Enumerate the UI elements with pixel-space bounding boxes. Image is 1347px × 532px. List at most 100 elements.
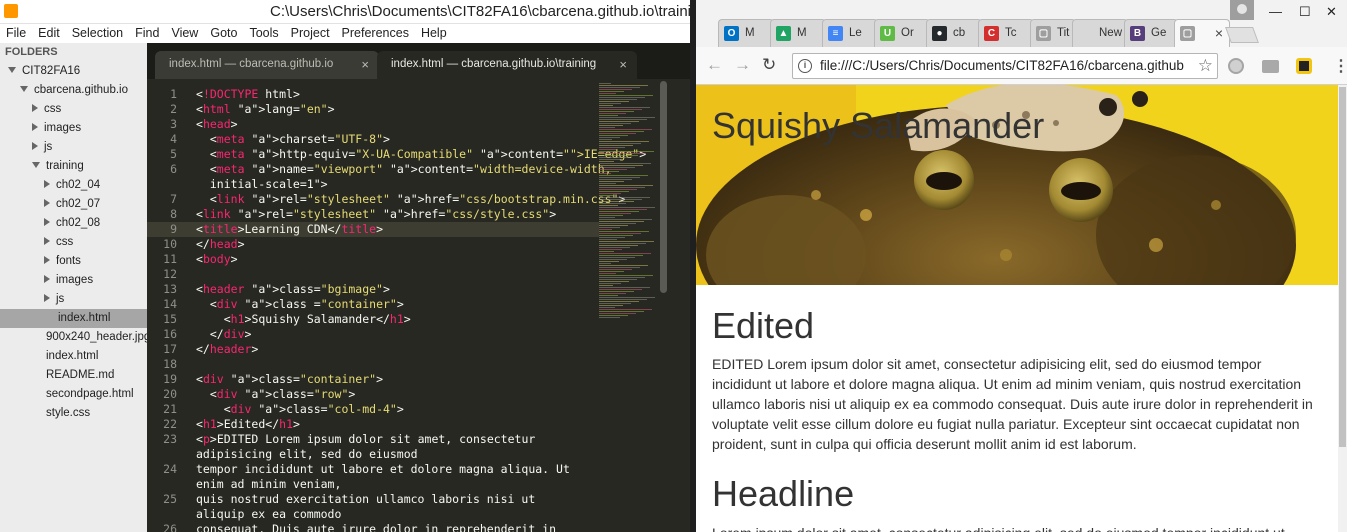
line-number: 22	[163, 417, 177, 431]
menu-help[interactable]: Help	[415, 24, 453, 43]
menu-file[interactable]: File	[0, 24, 32, 43]
browser-tab[interactable]: ▢ Tit	[1030, 19, 1076, 47]
minimap-line	[599, 137, 620, 138]
browser-tab[interactable]: C Tc	[978, 19, 1034, 47]
extension-icon[interactable]	[1228, 58, 1244, 74]
minimap-line	[599, 159, 622, 160]
browser-tab[interactable]: ≡ Le	[822, 19, 878, 47]
menu-project[interactable]: Project	[285, 24, 336, 43]
disclosure-closed-icon[interactable]	[44, 274, 50, 283]
disclosure-closed-icon[interactable]	[32, 141, 38, 150]
minimap-line	[599, 149, 617, 150]
editor-tab-training-index[interactable]: index.html — cbarcena.github.io\training…	[377, 51, 637, 79]
close-window-icon[interactable]: ✕	[1326, 4, 1337, 20]
menu-preferences[interactable]: Preferences	[336, 24, 415, 43]
editor-scrollbar[interactable]	[660, 81, 667, 293]
minimap-line	[599, 297, 655, 298]
close-icon[interactable]: ×	[361, 51, 369, 78]
disclosure-closed-icon[interactable]	[44, 255, 50, 264]
browser-tab[interactable]: New T	[1072, 19, 1128, 47]
page-scrollbar[interactable]	[1338, 85, 1347, 532]
menu-dots-icon[interactable]: ⋮	[1333, 56, 1347, 76]
sidebar-folder[interactable]: css	[0, 100, 147, 119]
sublime-menu-bar: File Edit Selection Find View Goto Tools…	[0, 24, 690, 43]
sidebar-file[interactable]: index.html	[0, 309, 147, 328]
minimap-line	[599, 139, 612, 140]
disclosure-open-icon[interactable]	[8, 66, 16, 73]
menu-tools[interactable]: Tools	[243, 24, 284, 43]
browser-tab-active[interactable]: ▢ ×	[1174, 19, 1230, 47]
sidebar-file[interactable]: 900x240_header.jpg	[0, 328, 147, 347]
sidebar-folder[interactable]: css	[0, 233, 147, 252]
page-scrollbar-thumb[interactable]	[1339, 87, 1346, 447]
profile-icon[interactable]	[1230, 0, 1254, 20]
disclosure-open-icon[interactable]	[20, 85, 28, 92]
sidebar-folder[interactable]: js	[0, 290, 147, 309]
sidebar-folder[interactable]: images	[0, 271, 147, 290]
menu-edit[interactable]: Edit	[32, 24, 66, 43]
info-icon[interactable]: i	[798, 59, 812, 73]
new-tab-button[interactable]	[1225, 27, 1259, 43]
line-number: 2	[170, 102, 177, 116]
forward-arrow-icon[interactable]: →	[734, 55, 751, 75]
favicon-icon: B	[1130, 26, 1145, 41]
sidebar-file[interactable]: secondpage.html	[0, 385, 147, 404]
minimap-line	[599, 147, 625, 148]
browser-tab[interactable]: ● cb	[926, 19, 982, 47]
menu-view[interactable]: View	[165, 24, 204, 43]
minimap-line	[599, 281, 629, 282]
sidebar-file[interactable]: style.css	[0, 404, 147, 423]
header-banner: Squishy Salamander	[696, 85, 1338, 285]
disclosure-closed-icon[interactable]	[44, 236, 50, 245]
reload-icon[interactable]: ↻	[762, 55, 776, 75]
sidebar-folder[interactable]: CIT82FA16	[0, 62, 147, 81]
sidebar-folder[interactable]: ch02_08	[0, 214, 147, 233]
browser-tab[interactable]: B Ge	[1124, 19, 1178, 47]
minimap[interactable]	[599, 79, 659, 379]
disclosure-closed-icon[interactable]	[44, 198, 50, 207]
todo-extension-icon[interactable]	[1296, 58, 1312, 74]
back-arrow-icon[interactable]: ←	[706, 55, 723, 75]
browser-tab[interactable]: ▲ M	[770, 19, 826, 47]
disclosure-closed-icon[interactable]	[44, 179, 50, 188]
sidebar-folder[interactable]: training	[0, 157, 147, 176]
sidebar-folder[interactable]: images	[0, 119, 147, 138]
code-text-area[interactable]: <!DOCTYPE html> <html "a">lang="en"> <head…	[196, 79, 646, 532]
minimap-line	[599, 83, 611, 84]
sidebar-folder[interactable]: ch02_07	[0, 195, 147, 214]
menu-goto[interactable]: Goto	[204, 24, 243, 43]
maximize-icon[interactable]: ☐	[1299, 4, 1311, 20]
minimap-line	[599, 201, 634, 202]
browser-tab[interactable]: OM	[718, 19, 774, 47]
disclosure-open-icon[interactable]	[32, 161, 40, 168]
drive-extension-icon[interactable]	[1262, 60, 1279, 73]
minimap-line	[599, 115, 618, 116]
menu-find[interactable]: Find	[129, 24, 165, 43]
bookmark-star-icon[interactable]: ☆	[1198, 56, 1213, 76]
url-text[interactable]: file:///C:/Users/Chris/Documents/CIT82FA…	[820, 58, 1184, 73]
minimap-line	[599, 153, 646, 154]
disclosure-closed-icon[interactable]	[44, 217, 50, 226]
sidebar-item-label: CIT82FA16	[22, 65, 81, 77]
sidebar-folder[interactable]: js	[0, 138, 147, 157]
close-icon[interactable]: ×	[619, 51, 627, 78]
menu-selection[interactable]: Selection	[66, 24, 129, 43]
browser-tab[interactable]: U Or	[874, 19, 930, 47]
disclosure-closed-icon[interactable]	[32, 103, 38, 112]
sidebar-file[interactable]: README.md	[0, 366, 147, 385]
editor-tab-root-index[interactable]: index.html — cbarcena.github.io ×	[155, 51, 379, 79]
sidebar-folder[interactable]: ch02_04	[0, 176, 147, 195]
address-bar[interactable]: i file:///C:/Users/Chris/Documents/CIT82…	[792, 53, 1218, 79]
minimap-line	[599, 131, 644, 132]
line-number: 12	[163, 267, 177, 281]
disclosure-closed-icon[interactable]	[44, 293, 50, 302]
code-line: adipisicing elit, sed do eiusmod	[196, 447, 418, 461]
sidebar-item-label: ch02_08	[56, 217, 101, 229]
disclosure-closed-icon[interactable]	[32, 122, 38, 131]
sidebar-folder[interactable]: cbarcena.github.io	[0, 81, 147, 100]
sidebar-folder[interactable]: fonts	[0, 252, 147, 271]
line-number: 13	[163, 282, 177, 296]
sidebar-file[interactable]: index.html	[0, 347, 147, 366]
minimize-icon[interactable]: —	[1269, 4, 1282, 19]
close-tab-icon[interactable]: ×	[1215, 20, 1223, 47]
